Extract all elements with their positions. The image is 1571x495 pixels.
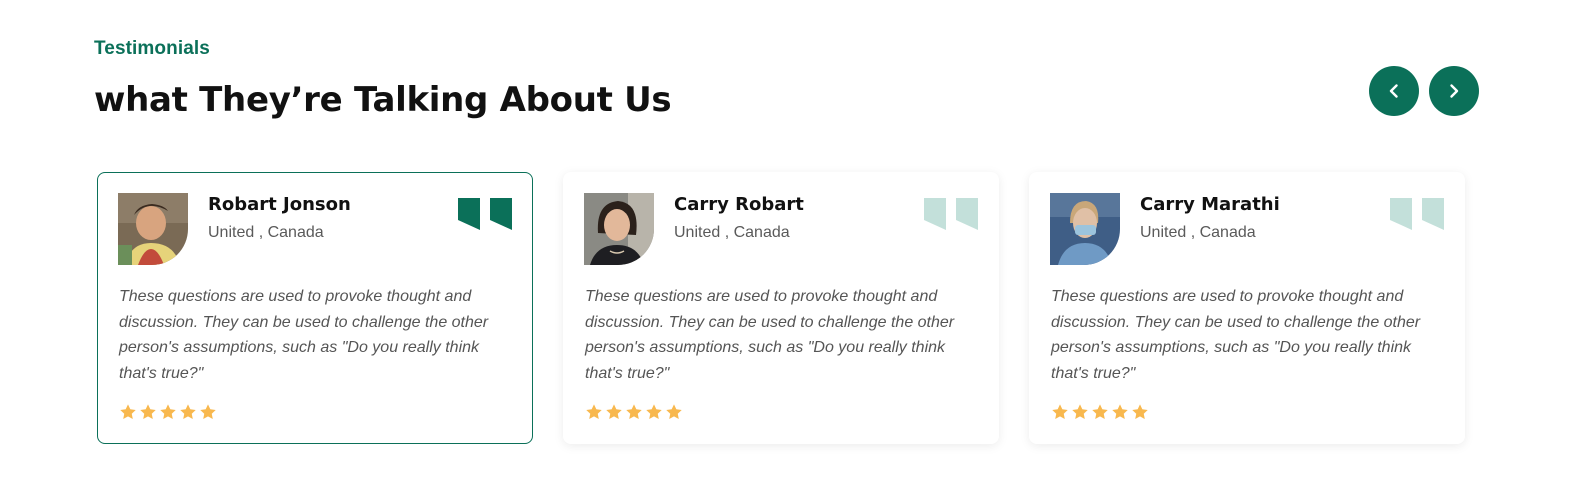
star-icon — [1092, 404, 1108, 420]
avatar — [118, 193, 188, 265]
star-icon — [120, 404, 136, 420]
star-rating — [119, 403, 217, 421]
section-heading: what They’re Talking About Us — [94, 80, 672, 120]
star-icon — [140, 404, 156, 420]
star-icon — [586, 404, 602, 420]
testimonial-card[interactable]: Carry Marathi United , Canada These ques… — [1029, 172, 1465, 444]
reviewer-name: Robart Jonson — [208, 194, 351, 215]
testimonial-text: These questions are used to provoke thou… — [585, 288, 955, 382]
reviewer-location: United , Canada — [1140, 224, 1256, 241]
quote-icon — [1390, 198, 1444, 230]
quote-icon — [924, 198, 978, 230]
chevron-left-icon — [1385, 82, 1403, 100]
quote-icon — [458, 198, 512, 230]
testimonial-text: These questions are used to provoke thou… — [119, 288, 489, 382]
next-button[interactable] — [1429, 66, 1479, 116]
star-icon — [160, 404, 176, 420]
star-icon — [606, 404, 622, 420]
star-icon — [200, 404, 216, 420]
star-icon — [1132, 404, 1148, 420]
star-icon — [646, 404, 662, 420]
reviewer-name: Carry Marathi — [1140, 194, 1280, 215]
reviewer-location: United , Canada — [208, 224, 324, 241]
star-rating — [1051, 403, 1149, 421]
star-rating — [585, 403, 683, 421]
avatar — [584, 193, 654, 265]
star-icon — [1112, 404, 1128, 420]
star-icon — [180, 404, 196, 420]
section-eyebrow: Testimonials — [94, 38, 210, 59]
reviewer-name: Carry Robart — [674, 194, 804, 215]
star-icon — [1052, 404, 1068, 420]
testimonial-card[interactable]: Robart Jonson United , Canada These ques… — [97, 172, 533, 444]
avatar — [1050, 193, 1120, 265]
chevron-right-icon — [1445, 82, 1463, 100]
testimonials-section: Testimonials what They’re Talking About … — [0, 0, 1571, 495]
star-icon — [626, 404, 642, 420]
star-icon — [666, 404, 682, 420]
reviewer-location: United , Canada — [674, 224, 790, 241]
previous-button[interactable] — [1369, 66, 1419, 116]
testimonial-card[interactable]: Carry Robart United , Canada These quest… — [563, 172, 999, 444]
testimonial-text: These questions are used to provoke thou… — [1051, 288, 1421, 382]
star-icon — [1072, 404, 1088, 420]
